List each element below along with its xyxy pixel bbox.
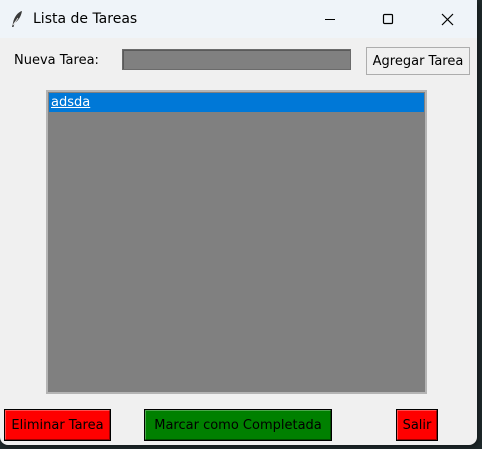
close-icon (441, 13, 454, 26)
maximize-icon (382, 13, 394, 25)
minimize-button[interactable] (302, 0, 358, 38)
maximize-button[interactable] (360, 0, 416, 38)
minimize-icon (324, 13, 336, 25)
feather-icon (9, 9, 27, 29)
add-task-button[interactable]: Agregar Tarea (366, 47, 470, 75)
new-task-input[interactable] (122, 49, 351, 70)
new-task-label: Nueva Tarea: (14, 53, 99, 68)
title-bar[interactable]: Lista de Tareas (0, 0, 477, 38)
exit-button[interactable]: Salir (396, 409, 438, 441)
mark-complete-button[interactable]: Marcar como Completada (144, 409, 332, 441)
task-listbox[interactable]: adsda (46, 90, 427, 394)
app-window: Lista de Tareas Nueva Tarea: Agregar Tar… (0, 0, 477, 445)
window-title: Lista de Tareas (33, 11, 138, 27)
delete-task-button[interactable]: Eliminar Tarea (4, 409, 111, 441)
list-item[interactable]: adsda (49, 93, 424, 112)
close-button[interactable] (419, 0, 475, 38)
